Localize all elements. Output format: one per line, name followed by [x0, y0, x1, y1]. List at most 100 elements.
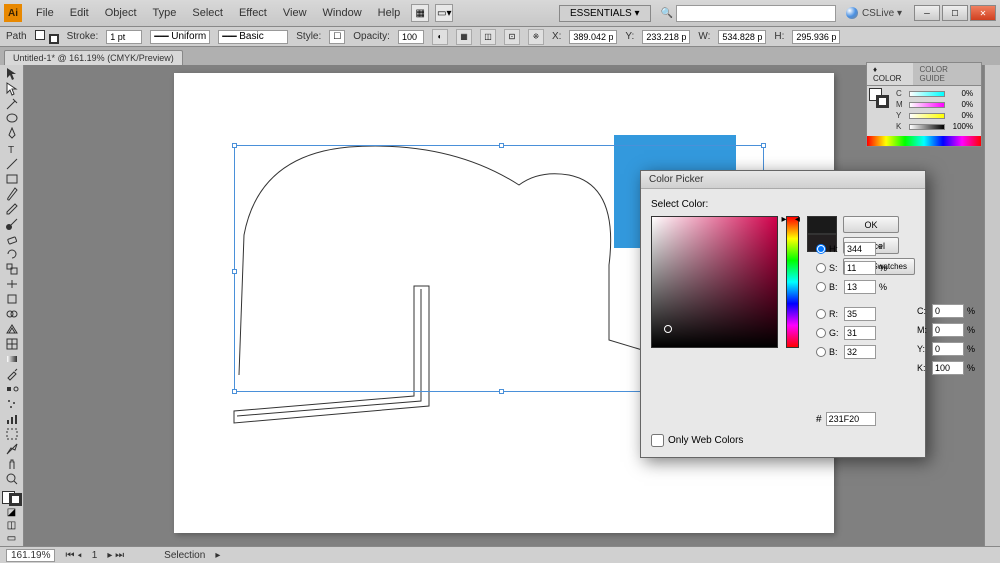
pen-tool[interactable] — [2, 127, 22, 141]
fill-stroke-indicator[interactable] — [35, 30, 59, 44]
m-value[interactable]: 0 — [948, 100, 966, 109]
slice-tool[interactable] — [2, 442, 22, 456]
r-radio[interactable] — [816, 309, 826, 319]
s-radio[interactable] — [816, 263, 826, 273]
lasso-tool[interactable] — [2, 112, 22, 126]
h-radio[interactable] — [816, 244, 826, 254]
dialog-title[interactable]: Color Picker — [641, 171, 925, 189]
artboard-nav-prev-icon[interactable]: ⏮ ◂ — [65, 550, 81, 561]
r-input[interactable] — [844, 307, 876, 321]
menu-window[interactable]: Window — [315, 4, 370, 22]
m-slider[interactable] — [909, 102, 945, 108]
menu-select[interactable]: Select — [184, 4, 231, 22]
brush-definition-dropdown[interactable]: ━━━ Basic — [218, 30, 288, 44]
h-input[interactable] — [792, 30, 840, 44]
hue-slider[interactable]: ▸ ◂ — [786, 216, 800, 348]
document-tab[interactable]: Untitled-1* @ 161.19% (CMYK/Preview) — [4, 50, 183, 65]
doc-maximize-button[interactable]: ☐ — [942, 5, 968, 21]
b-hsb-input[interactable] — [844, 280, 876, 294]
ok-button[interactable]: OK — [843, 216, 899, 233]
right-dock-strip[interactable] — [984, 65, 1000, 546]
menu-edit[interactable]: Edit — [62, 4, 97, 22]
selection-handle[interactable] — [499, 143, 504, 148]
screen-mode-tool-icon[interactable]: ▭ — [2, 533, 22, 545]
only-web-colors-checkbox[interactable] — [651, 434, 664, 447]
b-rgb-radio[interactable] — [816, 347, 826, 357]
h-input[interactable] — [844, 242, 876, 256]
artboard-tool[interactable] — [2, 427, 22, 441]
menu-view[interactable]: View — [275, 4, 315, 22]
screen-mode-icon[interactable]: ▭▾ — [435, 4, 453, 22]
scale-tool[interactable] — [2, 262, 22, 276]
k-input[interactable] — [932, 361, 964, 375]
y-input[interactable] — [642, 30, 690, 44]
pencil-tool[interactable] — [2, 202, 22, 216]
isolate-icon[interactable]: ⊡ — [504, 29, 520, 45]
y-value[interactable]: 0 — [948, 111, 966, 120]
transform-panel-icon[interactable]: ◫ — [480, 29, 496, 45]
b-radio[interactable] — [816, 282, 826, 292]
column-graph-tool[interactable] — [2, 412, 22, 426]
hue-slider-thumb[interactable]: ▸ ◂ — [782, 214, 800, 225]
cslive-button[interactable]: CSLive ▾ — [846, 7, 902, 19]
c-input[interactable] — [932, 304, 964, 318]
paintbrush-tool[interactable] — [2, 187, 22, 201]
c-slider[interactable] — [909, 91, 945, 97]
mesh-tool[interactable] — [2, 337, 22, 351]
menu-file[interactable]: File — [28, 4, 62, 22]
reference-point-icon[interactable]: ⁜ — [528, 29, 544, 45]
free-transform-tool[interactable] — [2, 292, 22, 306]
rotate-tool[interactable] — [2, 247, 22, 261]
draw-mode-icon[interactable]: ◫ — [2, 519, 22, 531]
symbol-sprayer-tool[interactable] — [2, 397, 22, 411]
artboard-number[interactable]: 1 — [92, 550, 98, 561]
eraser-tool[interactable] — [2, 232, 22, 246]
zoom-level-dropdown[interactable]: 161.19% — [6, 549, 55, 562]
status-dropdown-icon[interactable]: ▸ — [215, 550, 220, 561]
color-mode-icon[interactable]: ◪ — [2, 506, 22, 518]
g-radio[interactable] — [816, 328, 826, 338]
m-input[interactable] — [932, 323, 964, 337]
b-rgb-input[interactable] — [844, 345, 876, 359]
y-input[interactable] — [932, 342, 964, 356]
blob-brush-tool[interactable] — [2, 217, 22, 231]
artboard-nav-next-icon[interactable]: ▸ ⏭ — [107, 550, 124, 561]
tab-color[interactable]: ♦ COLOR — [867, 63, 913, 85]
stroke-weight-input[interactable]: 1 pt — [106, 30, 142, 44]
fill-stroke-swatch[interactable] — [2, 491, 22, 506]
k-slider[interactable] — [909, 124, 945, 130]
color-field[interactable] — [651, 216, 778, 348]
x-input[interactable] — [569, 30, 617, 44]
recolor-artwork-icon[interactable]: ◐ — [432, 29, 448, 45]
selection-handle[interactable] — [232, 269, 237, 274]
c-value[interactable]: 0 — [948, 89, 966, 98]
hex-input[interactable] — [826, 412, 876, 426]
selection-tool[interactable] — [2, 67, 22, 81]
k-value[interactable]: 100 — [948, 122, 966, 131]
selection-handle[interactable] — [232, 389, 237, 394]
selection-handle[interactable] — [232, 143, 237, 148]
spectrum-bar[interactable] — [867, 136, 981, 146]
g-input[interactable] — [844, 326, 876, 340]
selection-handle[interactable] — [761, 143, 766, 148]
hand-tool[interactable] — [2, 457, 22, 471]
zoom-tool[interactable] — [2, 472, 22, 486]
stroke-profile-dropdown[interactable]: ━━━ Uniform — [150, 30, 210, 44]
menu-object[interactable]: Object — [97, 4, 145, 22]
gradient-tool[interactable] — [2, 352, 22, 366]
menu-help[interactable]: Help — [370, 4, 409, 22]
doc-minimize-button[interactable]: ─ — [914, 5, 940, 21]
workspace-switcher[interactable]: ESSENTIALS ▾ — [559, 5, 651, 22]
w-input[interactable] — [718, 30, 766, 44]
search-input[interactable] — [676, 5, 836, 22]
doc-close-button[interactable]: ✕ — [970, 5, 996, 21]
type-tool[interactable]: T — [2, 142, 22, 156]
perspective-tool[interactable] — [2, 322, 22, 336]
line-tool[interactable] — [2, 157, 22, 171]
selection-handle[interactable] — [499, 389, 504, 394]
blend-tool[interactable] — [2, 382, 22, 396]
direct-selection-tool[interactable] — [2, 82, 22, 96]
menu-effect[interactable]: Effect — [231, 4, 275, 22]
magic-wand-tool[interactable] — [2, 97, 22, 111]
align-icon[interactable]: ▦ — [456, 29, 472, 45]
